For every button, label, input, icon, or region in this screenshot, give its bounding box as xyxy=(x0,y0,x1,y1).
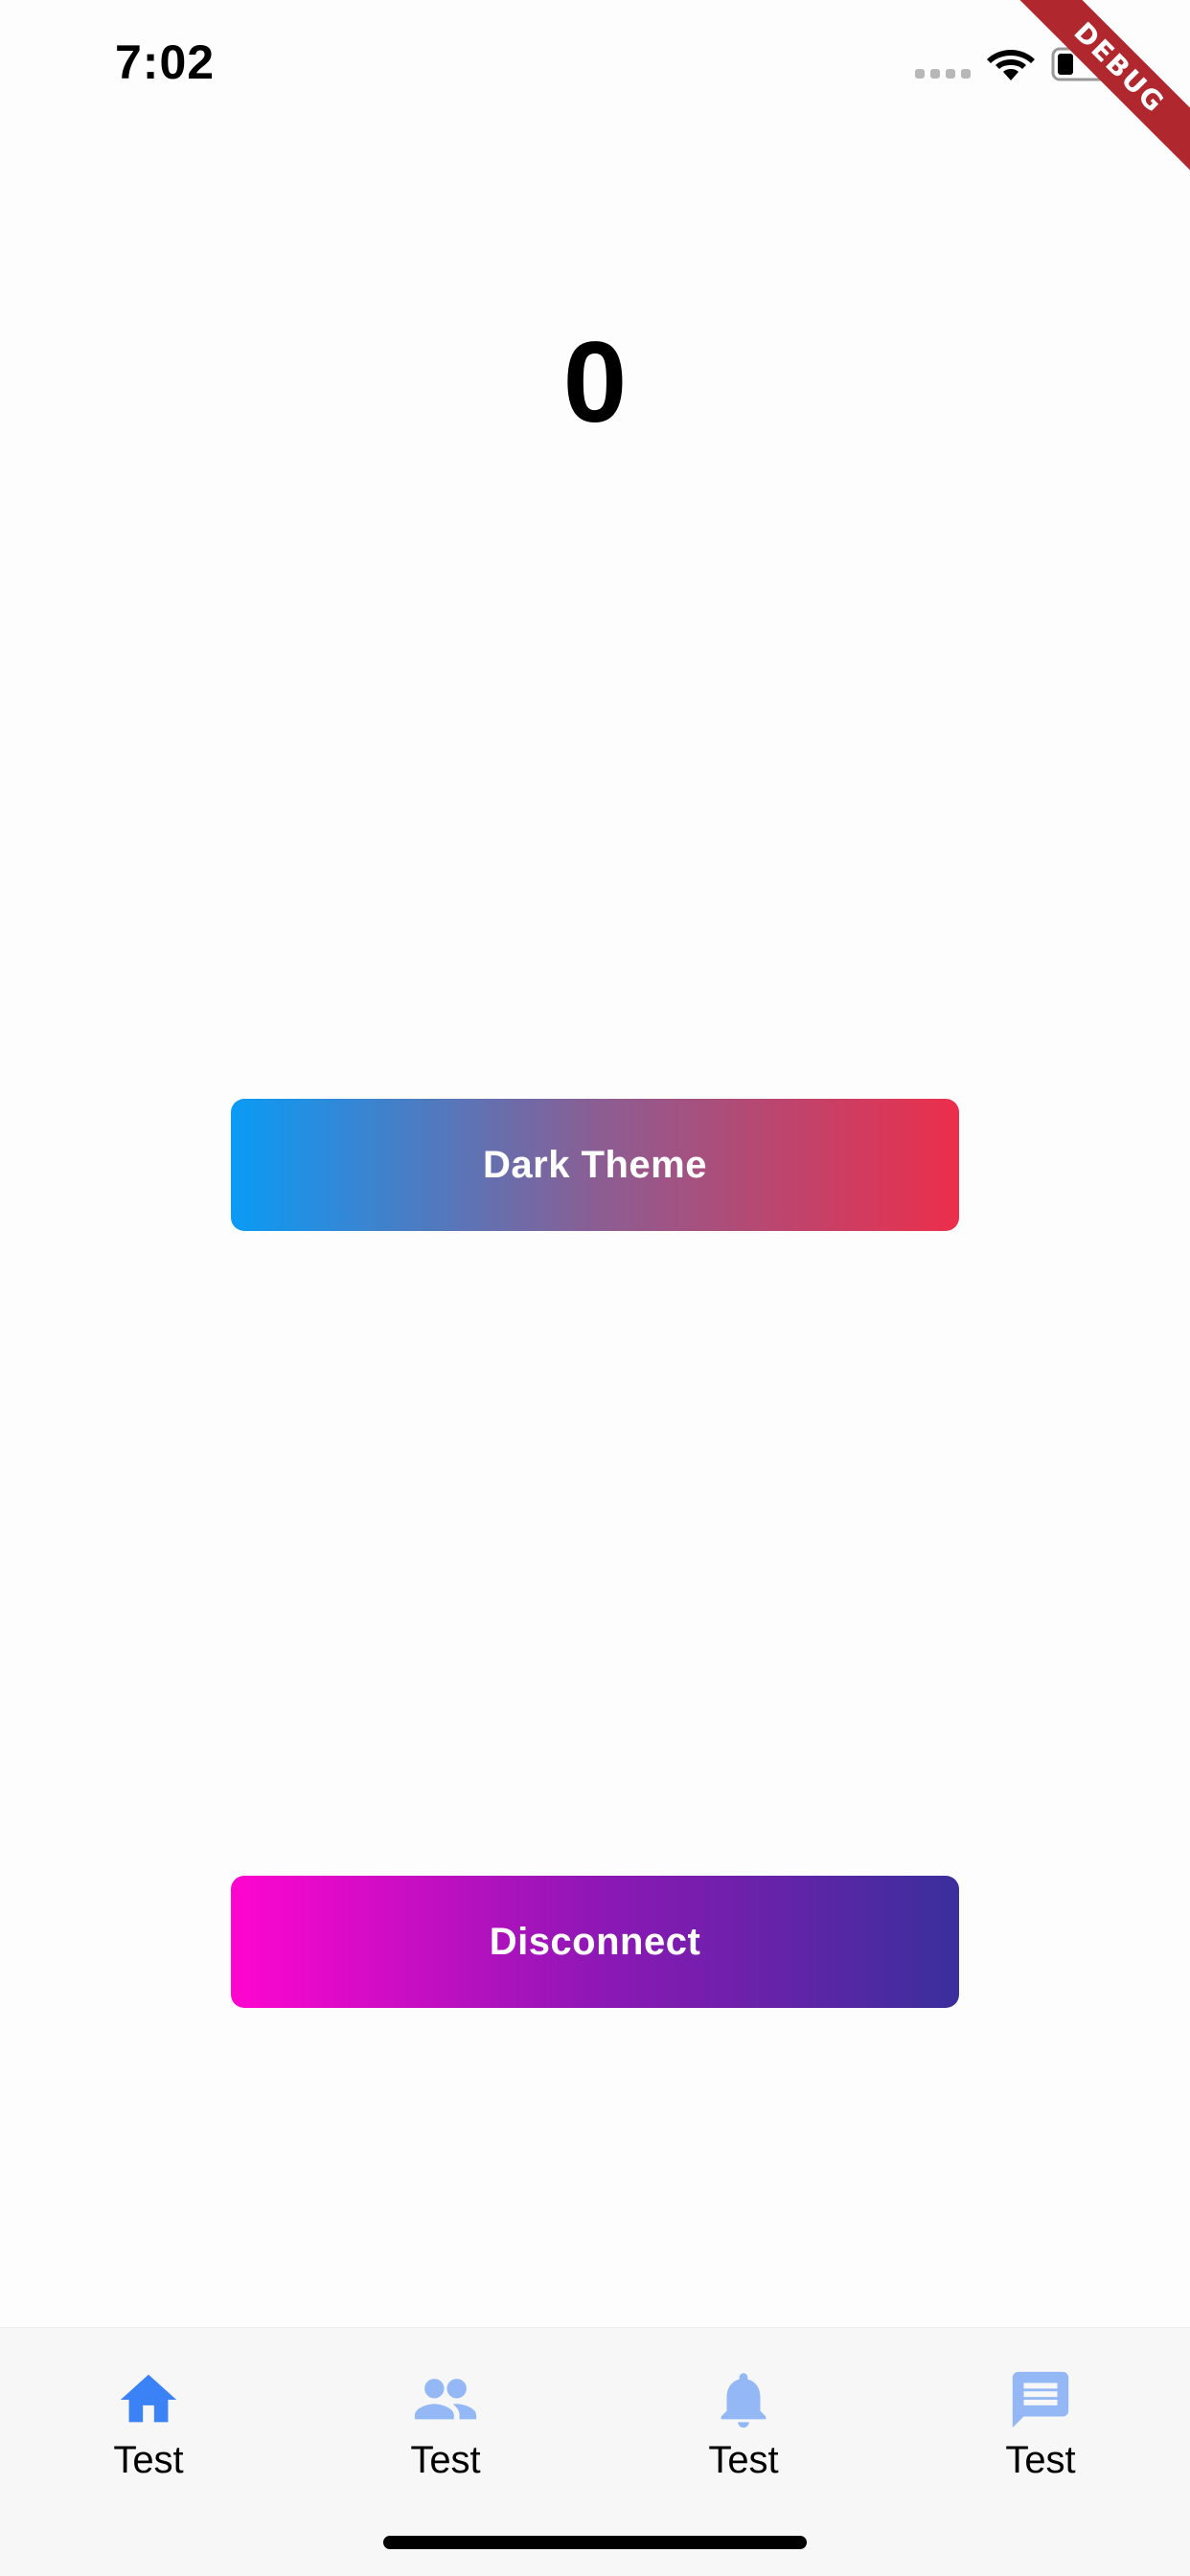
debug-banner: DEBUG xyxy=(998,0,1190,192)
people-icon xyxy=(414,2379,477,2420)
cellular-signal-icon xyxy=(915,69,971,79)
home-indicator xyxy=(383,2536,807,2549)
dark-theme-button[interactable]: Dark Theme xyxy=(231,1099,959,1231)
nav-item-label: Test xyxy=(708,2439,779,2481)
message-icon xyxy=(1012,2371,1069,2428)
bell-icon xyxy=(721,2373,767,2428)
debug-banner-label: DEBUG xyxy=(998,0,1190,192)
nav-item-people[interactable]: Test xyxy=(350,2366,541,2510)
status-time: 7:02 xyxy=(115,35,216,89)
counter-value: 0 xyxy=(562,318,628,446)
nav-item-messages[interactable]: Test xyxy=(945,2366,1136,2510)
nav-item-label: Test xyxy=(1005,2439,1076,2481)
home-icon xyxy=(120,2374,177,2423)
nav-item-notifications[interactable]: Test xyxy=(648,2366,839,2510)
nav-item-label: Test xyxy=(410,2439,481,2481)
disconnect-button[interactable]: Disconnect xyxy=(231,1876,959,2008)
nav-item-home[interactable]: Test xyxy=(53,2366,244,2510)
nav-item-label: Test xyxy=(113,2439,184,2481)
